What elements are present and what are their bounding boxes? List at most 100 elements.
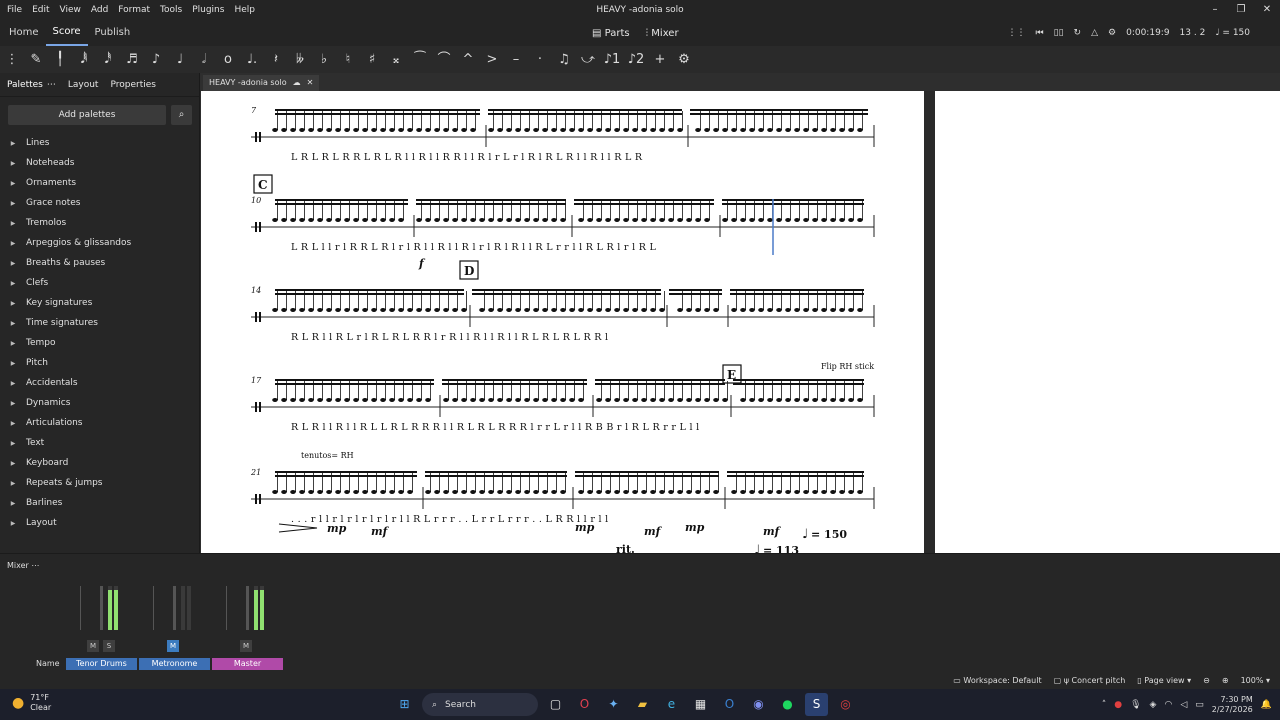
palette-item[interactable]: ▶ Text <box>0 433 200 453</box>
wifi-icon[interactable]: ◠ <box>1164 700 1172 710</box>
zoom-level[interactable]: 100% ▾ <box>1241 676 1270 685</box>
slur-icon[interactable]: ⌒ <box>432 46 456 73</box>
workspace-selector[interactable]: ▭ Workspace: Default <box>953 676 1041 685</box>
tab-layout[interactable]: Layout <box>68 80 99 90</box>
palette-item[interactable]: ▶ Repeats & jumps <box>0 473 200 493</box>
marcato-icon[interactable]: ^ <box>456 46 480 73</box>
channel-name[interactable]: Tenor Drums <box>66 658 137 670</box>
menu-help[interactable]: Help <box>229 0 260 20</box>
palette-item[interactable]: ▶ Tremolos <box>0 213 200 233</box>
sixteenth-note-icon[interactable]: ♬ <box>120 46 144 73</box>
play-icon[interactable]: ▯▯ <box>1054 28 1064 38</box>
tuplet-icon[interactable]: ♫ <box>552 46 576 73</box>
tie-icon[interactable]: ⁀ <box>408 46 432 73</box>
volume-fader[interactable] <box>173 586 176 630</box>
score-page[interactable]: 7 L R L R L R R L R L R l l R l l R R l l… <box>201 91 924 553</box>
location-icon[interactable]: ◈ <box>1150 700 1157 710</box>
sixtyfourth-note-icon[interactable]: 𝅘𝅥𝅱 <box>72 46 96 73</box>
chrome-icon[interactable]: ◎ <box>834 693 857 716</box>
drag-handle-icon[interactable]: ⋮⋮ <box>1008 28 1026 38</box>
palette-item[interactable]: ▶ Key signatures <box>0 293 200 313</box>
add-icon[interactable]: + <box>648 46 672 73</box>
tab-publish[interactable]: Publish <box>88 20 138 46</box>
task-view-icon[interactable]: ▢ <box>544 693 567 716</box>
store-icon[interactable]: ▦ <box>689 693 712 716</box>
file-explorer-icon[interactable]: ▰ <box>631 693 654 716</box>
zoom-in-icon[interactable]: ⊕ <box>1222 676 1229 685</box>
flip-icon[interactable]: ⤻ <box>576 46 600 73</box>
volume-fader[interactable] <box>246 586 249 630</box>
close-tab-icon[interactable]: ✕ <box>307 75 314 91</box>
minimize-button[interactable]: – <box>1202 0 1228 20</box>
menu-view[interactable]: View <box>55 0 86 20</box>
menu-format[interactable]: Format <box>113 0 155 20</box>
menu-edit[interactable]: Edit <box>27 0 54 20</box>
thirtysecond-note-icon[interactable]: 𝅘𝅥𝅰 <box>96 46 120 73</box>
palette-item[interactable]: ▶ Lines <box>0 133 200 153</box>
palette-item[interactable]: ▶ Accidentals <box>0 373 200 393</box>
tenuto-icon[interactable]: – <box>504 46 528 73</box>
whole-note-icon[interactable]: o <box>216 46 240 73</box>
voice2-icon[interactable]: ♪2 <box>624 46 648 73</box>
page-view-selector[interactable]: ▯ Page view ▾ <box>1137 676 1191 685</box>
rest-icon[interactable]: 𝄽 <box>264 46 288 73</box>
zoom-out-icon[interactable]: ⊖ <box>1203 676 1210 685</box>
metronome-icon[interactable]: △ <box>1091 28 1098 38</box>
parts-button[interactable]: ▤ Parts <box>592 28 630 39</box>
edge-icon[interactable]: e <box>660 693 683 716</box>
score-page-2[interactable] <box>935 91 1280 553</box>
palette-menu-icon[interactable]: ⋯ <box>47 80 56 90</box>
mic-icon[interactable]: 🎙 <box>1130 700 1141 710</box>
palette-item[interactable]: ▶ Pitch <box>0 353 200 373</box>
add-palettes-button[interactable]: Add palettes <box>8 105 166 125</box>
quarter-note-icon[interactable]: ♩ <box>168 46 192 73</box>
staccato-icon[interactable]: · <box>528 46 552 73</box>
natural-icon[interactable]: ♮ <box>336 46 360 73</box>
palette-item[interactable]: ▶ Time signatures <box>0 313 200 333</box>
windows-start-icon[interactable]: ⊞ <box>393 693 416 716</box>
mute-button[interactable]: M <box>167 640 179 652</box>
menu-add[interactable]: Add <box>86 0 113 20</box>
tray-app-icon[interactable]: ● <box>1114 700 1122 710</box>
tab-properties[interactable]: Properties <box>110 80 155 90</box>
palette-item[interactable]: ▶ Keyboard <box>0 453 200 473</box>
clock[interactable]: 7:30 PM 2/27/2026 <box>1212 695 1253 715</box>
mixer-button[interactable]: ⫶ Mixer <box>646 28 679 39</box>
pen-icon[interactable]: ✎ <box>24 46 48 73</box>
mute-button[interactable]: M <box>87 640 99 652</box>
palette-item[interactable]: ▶ Grace notes <box>0 193 200 213</box>
channel-name[interactable]: Master <box>212 658 283 670</box>
volume-fader[interactable] <box>100 586 103 630</box>
outlook-icon[interactable]: O <box>718 693 741 716</box>
channel-name[interactable]: Metronome <box>139 658 210 670</box>
dot-icon[interactable]: ♩. <box>240 46 264 73</box>
discord-icon[interactable]: ◉ <box>747 693 770 716</box>
tab-palettes[interactable]: Palettes <box>7 80 43 90</box>
palette-item[interactable]: ▶ Clefs <box>0 273 200 293</box>
menu-plugins[interactable]: Plugins <box>187 0 229 20</box>
eighth-note-icon[interactable]: ♪ <box>144 46 168 73</box>
notification-bell-icon[interactable]: 🔔 <box>1261 700 1272 710</box>
palette-item[interactable]: ▶ Dynamics <box>0 393 200 413</box>
palette-item[interactable]: ▶ Barlines <box>0 493 200 513</box>
double-flat-icon[interactable]: 𝄫 <box>288 46 312 73</box>
double-sharp-icon[interactable]: 𝄪 <box>384 46 408 73</box>
palette-item[interactable]: ▶ Tempo <box>0 333 200 353</box>
rewind-icon[interactable]: ⏮ <box>1036 28 1044 38</box>
concert-pitch-toggle[interactable]: ▢ ψ Concert pitch <box>1054 676 1126 685</box>
mute-button[interactable]: M <box>240 640 252 652</box>
accent-icon[interactable]: > <box>480 46 504 73</box>
settings-gear-icon[interactable]: ⚙ <box>1108 28 1116 38</box>
palette-item[interactable]: ▶ Breaths & pauses <box>0 253 200 273</box>
taskbar-search[interactable]: ⌕ Search <box>422 693 538 716</box>
toolbar-settings-icon[interactable]: ⚙ <box>672 46 696 73</box>
loop-icon[interactable]: ↻ <box>1074 28 1082 38</box>
menu-tools[interactable]: Tools <box>155 0 187 20</box>
tab-score[interactable]: Score <box>45 20 88 46</box>
copilot-icon[interactable]: ✦ <box>602 693 625 716</box>
sharp-icon[interactable]: ♯ <box>360 46 384 73</box>
palette-item[interactable]: ▶ Layout <box>0 513 200 533</box>
volume-icon[interactable]: ◁ <box>1180 700 1187 710</box>
palette-item[interactable]: ▶ Arpeggios & glissandos <box>0 233 200 253</box>
drag-handle-icon[interactable]: ⋮ <box>0 46 24 73</box>
